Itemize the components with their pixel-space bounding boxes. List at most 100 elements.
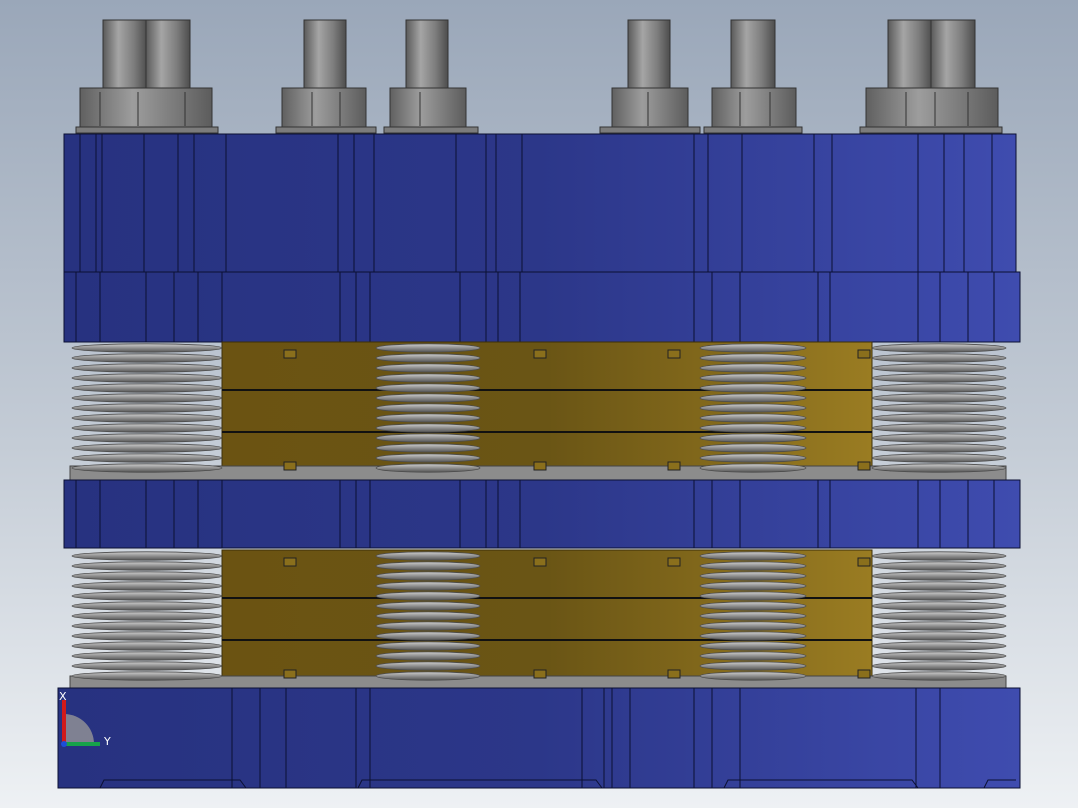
spring-coil xyxy=(871,343,1007,353)
bolt-shafts xyxy=(102,19,976,89)
spring-coil xyxy=(375,393,481,403)
spring-coil xyxy=(375,661,481,671)
spring-coil xyxy=(71,621,223,631)
spring-coil xyxy=(871,453,1007,463)
spring-coil xyxy=(71,433,223,443)
spring-coil xyxy=(699,403,807,413)
spring-coil xyxy=(699,651,807,661)
spring-coil xyxy=(699,393,807,403)
spring-coil xyxy=(871,571,1007,581)
spring-coil xyxy=(71,413,223,423)
spring-coil xyxy=(871,601,1007,611)
spring-coil xyxy=(71,591,223,601)
spring-coil xyxy=(375,621,481,631)
spring-coil xyxy=(699,561,807,571)
spring-coil xyxy=(375,383,481,393)
spring-coil xyxy=(375,353,481,363)
spring-coil xyxy=(871,393,1007,403)
top-plate[interactable] xyxy=(63,133,1017,273)
spring-coil xyxy=(71,601,223,611)
triad-y-label: Y xyxy=(103,735,111,748)
spring-coil xyxy=(375,601,481,611)
spring-coil xyxy=(71,641,223,651)
spring-coil xyxy=(871,463,1007,473)
spring-coil xyxy=(871,661,1007,671)
spring-coil xyxy=(699,383,807,393)
spring-coil xyxy=(699,551,807,561)
spring-coil xyxy=(699,591,807,601)
spring-coil xyxy=(871,353,1007,363)
spring-coil xyxy=(699,453,807,463)
spring-coil xyxy=(699,433,807,443)
spring-coil xyxy=(871,403,1007,413)
upper-spring-stage xyxy=(69,341,1007,481)
spring-coil xyxy=(71,551,223,561)
triad-x-label: X xyxy=(59,690,67,703)
spring-coil xyxy=(71,561,223,571)
spring-coil xyxy=(871,631,1007,641)
spring-coil xyxy=(375,631,481,641)
spring-coil xyxy=(699,373,807,383)
spring-coil xyxy=(375,551,481,561)
triad-z-axis xyxy=(61,741,67,747)
spring-coil xyxy=(71,393,223,403)
bolt-group xyxy=(75,19,1003,134)
spring-coil xyxy=(871,581,1007,591)
base-plate[interactable] xyxy=(57,687,1021,789)
spring-coil xyxy=(375,423,481,433)
spring-coil xyxy=(71,671,223,681)
spring-coil xyxy=(871,433,1007,443)
spring-coil xyxy=(871,561,1007,571)
spring-coil xyxy=(71,581,223,591)
spring-coil xyxy=(699,343,807,353)
spring-coil xyxy=(375,403,481,413)
spring-coil xyxy=(699,641,807,651)
spring-coil xyxy=(699,363,807,373)
spring-coil xyxy=(71,403,223,413)
spring-coil xyxy=(871,423,1007,433)
spring-coil xyxy=(699,423,807,433)
spring-coil xyxy=(71,383,223,393)
spring-coil xyxy=(71,463,223,473)
spring-coil xyxy=(375,571,481,581)
spring-coil xyxy=(71,343,223,353)
spring-coil xyxy=(871,641,1007,651)
lower-spring-stage xyxy=(69,549,1007,689)
spring-coil xyxy=(699,601,807,611)
spring-coil xyxy=(871,373,1007,383)
spring-coil xyxy=(375,591,481,601)
spring-coil xyxy=(71,353,223,363)
spring-coil xyxy=(375,611,481,621)
spring-coil xyxy=(375,413,481,423)
upper-middle-plate[interactable] xyxy=(63,271,1021,343)
spring-coil xyxy=(699,581,807,591)
spring-coil xyxy=(375,651,481,661)
spring-coil xyxy=(871,651,1007,661)
spring-coil xyxy=(71,453,223,463)
spring-coil xyxy=(71,661,223,671)
spring-coil xyxy=(71,373,223,383)
spring-coil xyxy=(375,453,481,463)
spring-coil xyxy=(871,443,1007,453)
spring-coil xyxy=(375,463,481,473)
spring-coil xyxy=(871,671,1007,681)
model-viewport[interactable]: X Y xyxy=(0,0,1078,808)
spring-coil xyxy=(699,353,807,363)
spring-coil xyxy=(375,373,481,383)
spring-coil xyxy=(699,571,807,581)
spring-coil xyxy=(699,671,807,681)
spring-coil xyxy=(375,363,481,373)
spring-coil xyxy=(71,571,223,581)
spring-coil xyxy=(375,581,481,591)
spring-coil xyxy=(699,661,807,671)
spring-coil xyxy=(71,611,223,621)
lower-middle-plate[interactable] xyxy=(63,479,1021,549)
spring-coil xyxy=(699,463,807,473)
spring-coil xyxy=(871,413,1007,423)
spring-coil xyxy=(871,591,1007,601)
spring-coil xyxy=(71,651,223,661)
spring-coil xyxy=(699,621,807,631)
spring-coil xyxy=(699,611,807,621)
spring-coil xyxy=(71,631,223,641)
spring-coil xyxy=(871,621,1007,631)
